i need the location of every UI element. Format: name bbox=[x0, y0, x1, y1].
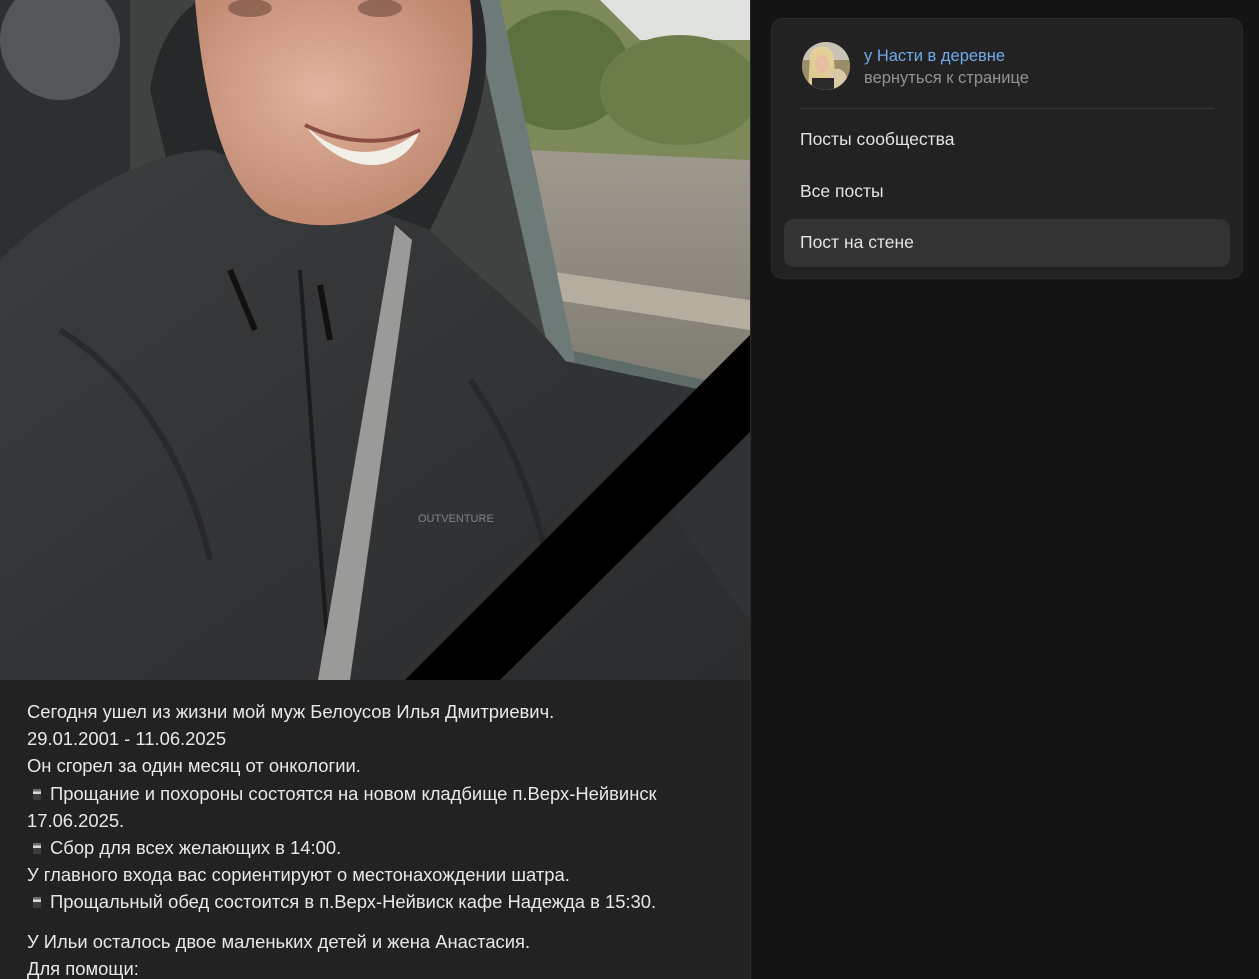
post-line: 29.01.2001 - 11.06.2025 bbox=[27, 728, 227, 750]
jacket-logo-text: OUTVENTURE bbox=[418, 513, 494, 525]
community-name[interactable]: у Насти в деревне bbox=[864, 47, 1005, 66]
back-to-page-link[interactable]: вернуться к странице bbox=[864, 69, 1029, 88]
post-line: Сбор для всех желающих в 14:00. bbox=[27, 834, 727, 861]
post-line: 17.06.2025. bbox=[27, 809, 125, 831]
menu-item-label: Все посты bbox=[800, 181, 884, 201]
memo-pad-icon bbox=[33, 843, 41, 855]
post-line: Сегодня ушел из жизни мой муж Белоусов И… bbox=[27, 701, 555, 722]
memo-pad-icon bbox=[33, 897, 41, 909]
community-link[interactable]: у Насти в деревне вернуться к странице bbox=[802, 42, 1222, 92]
post-photo[interactable]: OUTVENTURE bbox=[0, 0, 750, 680]
wall-post: OUTVENTURE Сегодня ушел из жизни мой муж… bbox=[0, 0, 751, 979]
post-text: Сегодня ушел из жизни мой муж Белоусов И… bbox=[27, 698, 727, 979]
divider bbox=[800, 108, 1214, 109]
post-line: Прощальный обед состоится в п.Верх-Нейви… bbox=[27, 888, 727, 915]
menu-item-all-posts[interactable]: Все посты bbox=[784, 168, 1230, 216]
menu-item-label: Посты сообщества bbox=[800, 129, 955, 149]
portrait-image: OUTVENTURE bbox=[0, 0, 750, 680]
post-line: Прощание и похороны состоятся на новом к… bbox=[27, 780, 727, 807]
post-line: Он сгорел за один месяц от онкологии. bbox=[27, 755, 361, 777]
menu-item-label: Пост на стене bbox=[800, 232, 914, 252]
post-line: Для помощи: bbox=[27, 957, 139, 979]
post-line: У Ильи осталось двое маленьких детей и ж… bbox=[27, 930, 531, 952]
community-nav-card: у Насти в деревне вернуться к странице П… bbox=[771, 18, 1243, 279]
community-avatar bbox=[802, 42, 850, 90]
post-line: У главного входа вас сориентируют о мест… bbox=[27, 864, 570, 886]
menu-item-community-posts[interactable]: Посты сообщества bbox=[784, 116, 1230, 164]
memo-pad-icon bbox=[33, 788, 41, 800]
menu-item-wall-post[interactable]: Пост на стене bbox=[784, 219, 1230, 267]
